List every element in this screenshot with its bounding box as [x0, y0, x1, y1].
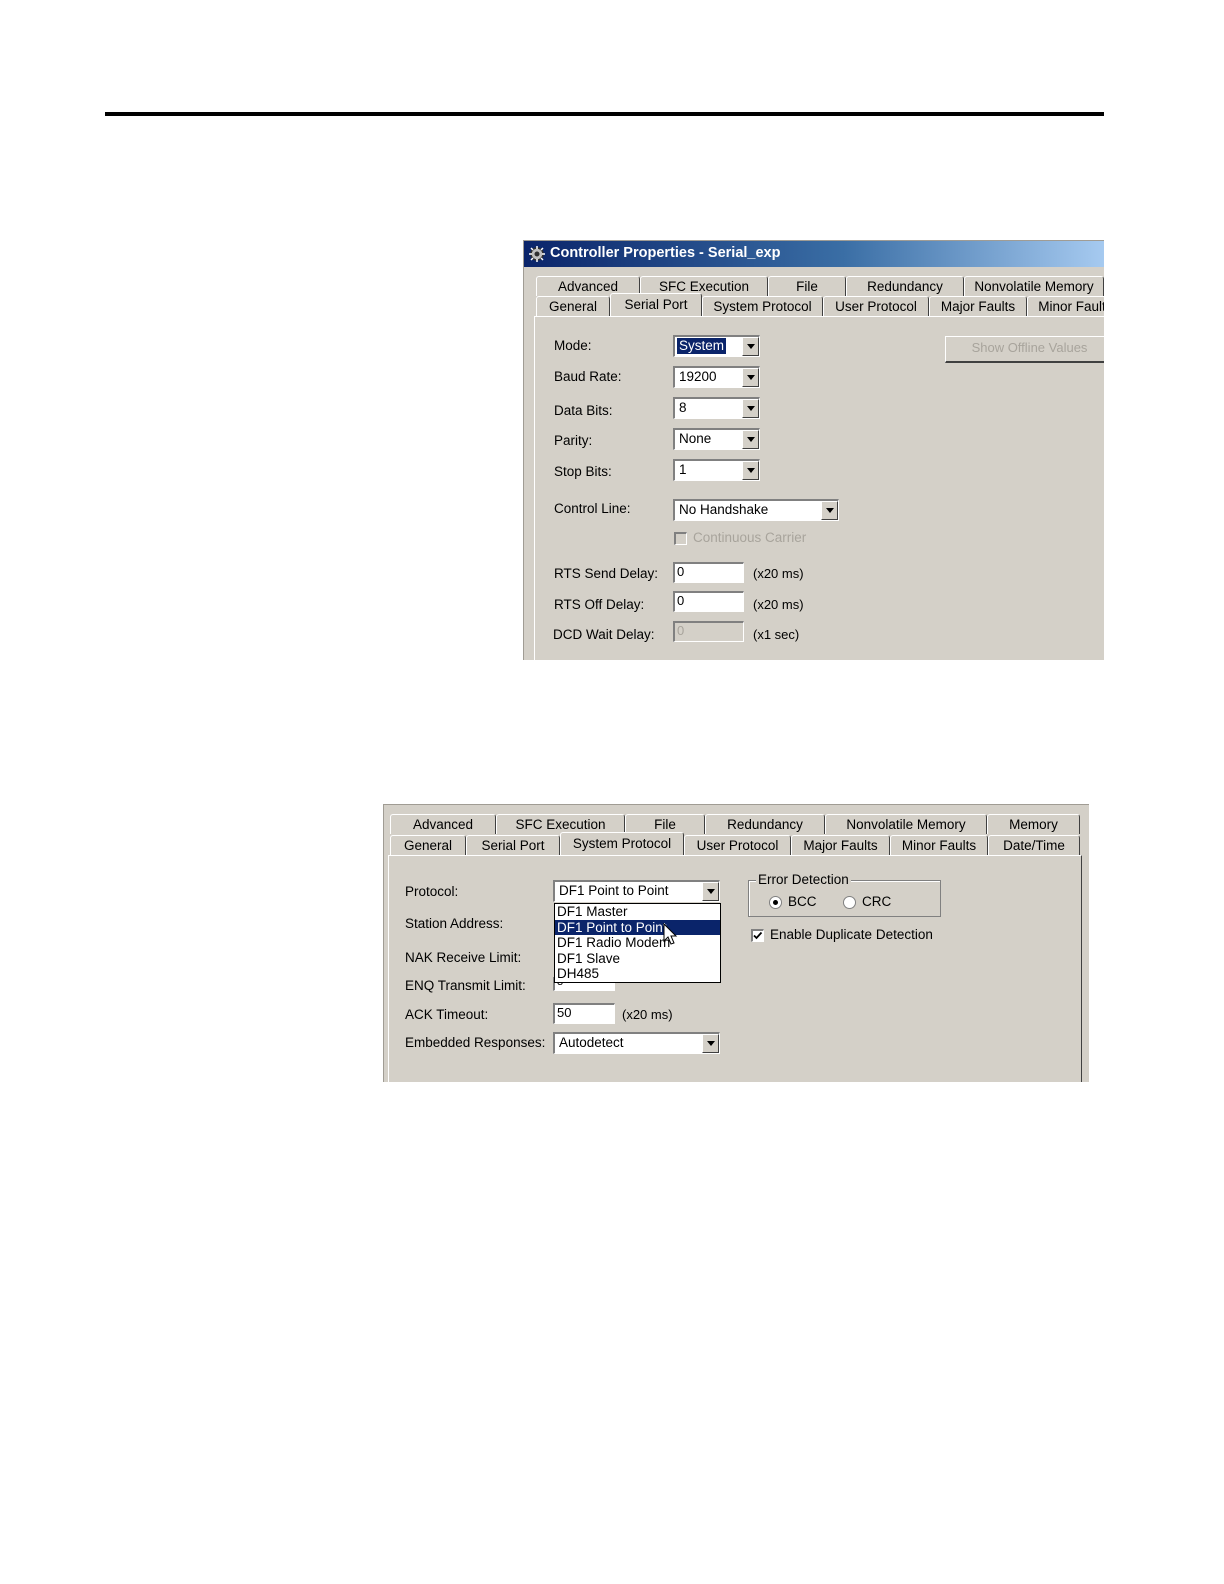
chevron-down-icon[interactable]: [742, 430, 759, 449]
chevron-down-icon[interactable]: [742, 461, 759, 480]
protocol-option[interactable]: DH485: [555, 966, 720, 982]
mode-select[interactable]: System: [673, 335, 760, 357]
chevron-down-icon[interactable]: [702, 1034, 719, 1053]
tab-date-time[interactable]: Date/Time: [988, 835, 1080, 855]
rts-send-delay-unit: (x20 ms): [753, 566, 804, 581]
stop-bits-select[interactable]: 1: [673, 459, 760, 481]
tab-minor-faults[interactable]: Minor Faults: [890, 835, 988, 855]
crc-radio[interactable]: [843, 896, 856, 909]
parity-value: None: [679, 431, 712, 446]
enable-duplicate-detection-checkbox[interactable]: [751, 929, 764, 942]
rts-send-delay-label: RTS Send Delay:: [554, 566, 659, 581]
error-detection-title: Error Detection: [756, 872, 851, 887]
tab-advanced[interactable]: Advanced: [390, 814, 496, 834]
tab-major-faults[interactable]: Major Faults: [929, 296, 1027, 316]
controller-properties-dialog: Controller Properties - Serial_exp Advan…: [523, 240, 1104, 660]
enable-duplicate-detection-label: Enable Duplicate Detection: [770, 927, 933, 942]
station-address-label: Station Address:: [405, 916, 504, 931]
ack-timeout-label: ACK Timeout:: [405, 1007, 489, 1022]
data-bits-label: Data Bits:: [554, 403, 613, 418]
crc-label: CRC: [862, 894, 892, 909]
bcc-label: BCC: [788, 894, 817, 909]
tab-serial-port[interactable]: Serial Port: [466, 835, 560, 855]
mouse-cursor-icon: [663, 923, 678, 945]
rts-off-delay-input[interactable]: 0: [673, 591, 744, 612]
bcc-radio[interactable]: [769, 896, 782, 909]
tab-serial-port[interactable]: Serial Port: [610, 293, 702, 316]
mode-label: Mode:: [554, 338, 592, 353]
protocol-value: DF1 Point to Point: [559, 883, 669, 898]
tab-file[interactable]: File: [768, 276, 846, 296]
baud-rate-label: Baud Rate:: [554, 369, 622, 384]
system-protocol-dialog: Advanced SFC Execution File Redundancy N…: [383, 804, 1089, 1082]
tab-general[interactable]: General: [536, 296, 610, 316]
ack-timeout-unit: (x20 ms): [622, 1007, 673, 1022]
data-bits-select[interactable]: 8: [673, 397, 760, 419]
protocol-dropdown-list[interactable]: DF1 Master DF1 Point to Point DF1 Radio …: [554, 903, 721, 983]
protocol-option[interactable]: DF1 Master: [555, 904, 720, 920]
tab-user-protocol[interactable]: User Protocol: [684, 835, 791, 855]
chevron-down-icon[interactable]: [821, 501, 838, 520]
stop-bits-label: Stop Bits:: [554, 464, 612, 479]
tab-file[interactable]: File: [625, 814, 705, 834]
continuous-carrier-label: Continuous Carrier: [693, 530, 807, 545]
tab-general[interactable]: General: [390, 835, 466, 855]
control-line-value: No Handshake: [679, 502, 769, 517]
embedded-responses-label: Embedded Responses:: [405, 1035, 546, 1050]
dialog-title: Controller Properties - Serial_exp: [550, 245, 781, 261]
data-bits-value: 8: [679, 400, 687, 415]
dcd-wait-delay-unit: (x1 sec): [753, 627, 800, 642]
tab-memory[interactable]: Memory: [987, 814, 1080, 834]
embedded-responses-value: Autodetect: [559, 1035, 624, 1050]
control-line-label: Control Line:: [554, 501, 631, 516]
radio-dot-icon: [773, 900, 778, 905]
rts-off-delay-unit: (x20 ms): [753, 597, 804, 612]
show-offline-values-button[interactable]: Show Offline Values: [945, 336, 1104, 363]
dcd-wait-delay-label: DCD Wait Delay:: [553, 627, 655, 642]
enq-transmit-limit-label: ENQ Transmit Limit:: [405, 978, 526, 993]
error-detection-group: Error Detection BCC CRC: [748, 872, 941, 917]
chevron-down-icon[interactable]: [702, 882, 719, 901]
protocol-option[interactable]: DF1 Slave: [555, 951, 720, 967]
tab-system-protocol[interactable]: System Protocol: [560, 832, 684, 855]
mode-value: System: [677, 338, 727, 354]
protocol-label: Protocol:: [405, 884, 459, 899]
checkmark-icon: [753, 931, 763, 940]
parity-select[interactable]: None: [673, 428, 760, 450]
protocol-option[interactable]: DF1 Radio Modem: [555, 935, 720, 951]
parity-label: Parity:: [554, 433, 593, 448]
baud-rate-value: 19200: [679, 369, 717, 384]
rts-send-delay-input[interactable]: 0: [673, 562, 744, 583]
continuous-carrier-checkbox[interactable]: [674, 532, 687, 545]
stop-bits-value: 1: [679, 462, 687, 477]
chevron-down-icon[interactable]: [742, 399, 759, 418]
tab-system-protocol[interactable]: System Protocol: [702, 296, 823, 316]
title-bar[interactable]: Controller Properties - Serial_exp: [524, 241, 1104, 267]
controller-app-icon: [529, 246, 545, 262]
chevron-down-icon[interactable]: [742, 337, 759, 356]
protocol-select[interactable]: DF1 Point to Point: [553, 880, 720, 902]
protocol-option-selected[interactable]: DF1 Point to Point: [555, 919, 720, 935]
dcd-wait-delay-input[interactable]: 0: [673, 621, 744, 642]
tab-major-faults[interactable]: Major Faults: [791, 835, 890, 855]
page-header-rule: [105, 112, 1104, 116]
rts-off-delay-label: RTS Off Delay:: [554, 597, 645, 612]
embedded-responses-select[interactable]: Autodetect: [553, 1032, 720, 1054]
tab-nonvolatile-memory[interactable]: Nonvolatile Memory: [825, 814, 987, 834]
nak-receive-limit-label: NAK Receive Limit:: [405, 950, 522, 965]
tab-user-protocol[interactable]: User Protocol: [823, 296, 929, 316]
baud-rate-select[interactable]: 19200: [673, 366, 760, 388]
tab-redundancy[interactable]: Redundancy: [705, 814, 825, 834]
chevron-down-icon[interactable]: [742, 368, 759, 387]
tab-redundancy[interactable]: Redundancy: [846, 276, 964, 296]
ack-timeout-input[interactable]: 50: [553, 1003, 615, 1024]
tab-sfc-execution[interactable]: SFC Execution: [496, 814, 625, 834]
control-line-select[interactable]: No Handshake: [673, 499, 839, 521]
tab-minor-faults[interactable]: Minor Fault: [1027, 296, 1104, 316]
tab-nonvolatile-memory[interactable]: Nonvolatile Memory: [964, 276, 1104, 296]
